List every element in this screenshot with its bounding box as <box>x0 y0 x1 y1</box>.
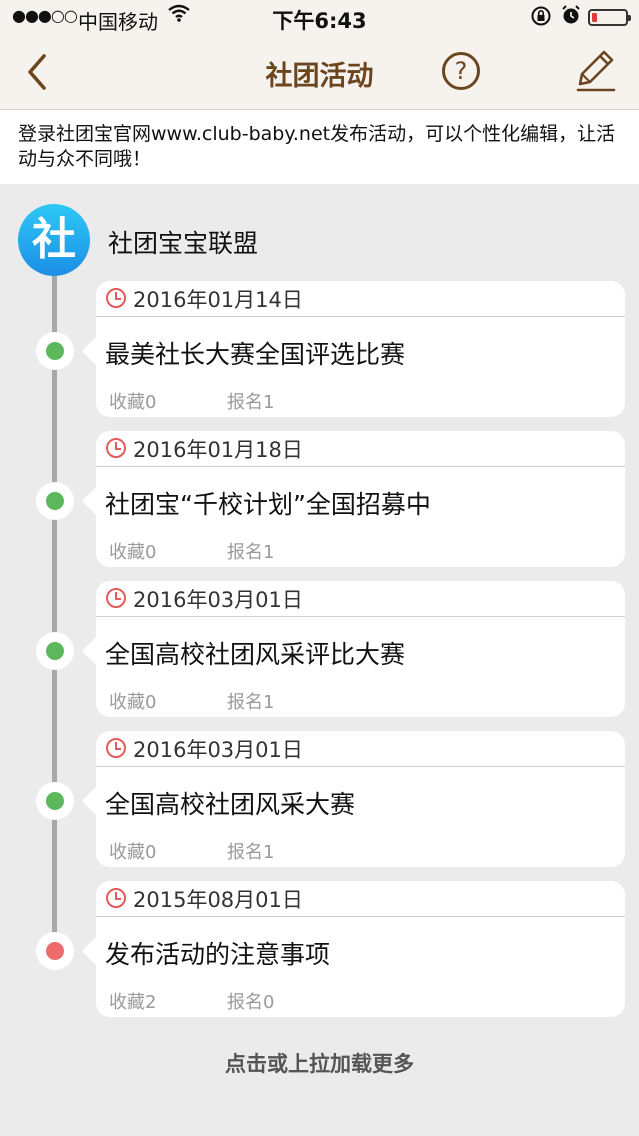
registrations-count: 报名1 <box>227 542 275 563</box>
registrations-count: 报名1 <box>227 692 275 713</box>
favorites-count: 收藏0 <box>109 542 157 563</box>
club-logo: 社 <box>18 204 90 276</box>
activity-date-row: 2016年01月14日 <box>96 281 625 317</box>
activity-date-row: 2015年08月01日 <box>96 881 625 917</box>
top-bar: ●●●○○ 中国移动 下午6:43 社团活动 ? <box>0 0 639 110</box>
battery-level-fill <box>592 13 597 22</box>
activity-title: 社团宝“千校计划”全国招募中 <box>105 490 431 519</box>
favorites-count: 收藏0 <box>109 692 157 713</box>
activity-card[interactable]: 2016年01月18日社团宝“千校计划”全国招募中收藏0 报名1 <box>82 431 625 567</box>
timeline-dot <box>36 782 74 820</box>
activity-date-row: 2016年01月18日 <box>96 431 625 467</box>
card-pointer <box>82 637 96 665</box>
favorites-count: 收藏0 <box>109 842 157 863</box>
timeline-status-dot <box>46 942 64 960</box>
activity-title: 全国高校社团风采大赛 <box>105 790 356 819</box>
activity-card[interactable]: 2016年03月01日全国高校社团风采大赛收藏0 报名1 <box>82 731 625 867</box>
activity-title: 发布活动的注意事项 <box>105 940 331 969</box>
battery-icon <box>588 9 631 26</box>
activity-date: 2016年01月14日 <box>133 288 303 312</box>
activity-date-row: 2016年03月01日 <box>96 581 625 617</box>
edit-button[interactable] <box>574 48 618 94</box>
card-pointer <box>82 487 96 515</box>
activity-card[interactable]: 2016年01月14日最美社长大赛全国评选比赛收藏0 报名1 <box>82 281 625 417</box>
load-more-button[interactable]: 点击或上拉加载更多 <box>0 1048 639 1078</box>
clock-icon <box>106 888 126 908</box>
help-circle-icon: ? <box>454 57 468 85</box>
navigation-bar: 社团活动 ? <box>0 36 639 110</box>
publish-notice-banner[interactable]: 登录社团宝官网www.club-baby.net发布活动，可以个性化编辑，让活动… <box>0 110 639 184</box>
page-title: 社团活动 <box>265 61 374 92</box>
clock-icon <box>106 738 126 758</box>
timeline-dot <box>36 482 74 520</box>
status-bar: ●●●○○ 中国移动 下午6:43 <box>0 0 639 36</box>
activity-date: 2016年01月18日 <box>133 438 303 462</box>
activity-date-row: 2016年03月01日 <box>96 731 625 767</box>
card-pointer <box>82 787 96 815</box>
clock-icon <box>106 438 126 458</box>
lock-rotation-icon <box>530 5 552 32</box>
timeline-line <box>52 276 57 950</box>
registrations-count: 报名0 <box>227 992 275 1013</box>
help-button[interactable]: ? <box>442 52 480 90</box>
favorites-count: 收藏2 <box>109 992 157 1013</box>
clock-icon <box>106 288 126 308</box>
activity-card[interactable]: 2015年08月01日发布活动的注意事项收藏2 报名0 <box>82 881 625 1017</box>
activity-title: 全国高校社团风采评比大赛 <box>105 640 406 669</box>
activity-date: 2016年03月01日 <box>133 738 303 762</box>
card-pointer <box>82 337 96 365</box>
timeline-dot <box>36 932 74 970</box>
edit-pencil-icon <box>576 50 616 92</box>
favorites-count: 收藏0 <box>109 392 157 413</box>
activity-card[interactable]: 2016年03月01日全国高校社团风采评比大赛收藏0 报名1 <box>82 581 625 717</box>
alarm-icon <box>560 4 582 31</box>
activity-date: 2015年08月01日 <box>133 888 303 912</box>
activity-title: 最美社长大赛全国评选比赛 <box>105 340 406 369</box>
timeline-dot <box>36 632 74 670</box>
timeline-status-dot <box>46 792 64 810</box>
card-pointer <box>82 937 96 965</box>
registrations-count: 报名1 <box>227 842 275 863</box>
timeline-dot <box>36 332 74 370</box>
clock-icon <box>106 588 126 608</box>
timeline-status-dot <box>46 492 64 510</box>
activity-date: 2016年03月01日 <box>133 588 303 612</box>
club-name: 社团宝宝联盟 <box>108 229 259 258</box>
registrations-count: 报名1 <box>227 392 275 413</box>
timeline-status-dot <box>46 342 64 360</box>
timeline-status-dot <box>46 642 64 660</box>
